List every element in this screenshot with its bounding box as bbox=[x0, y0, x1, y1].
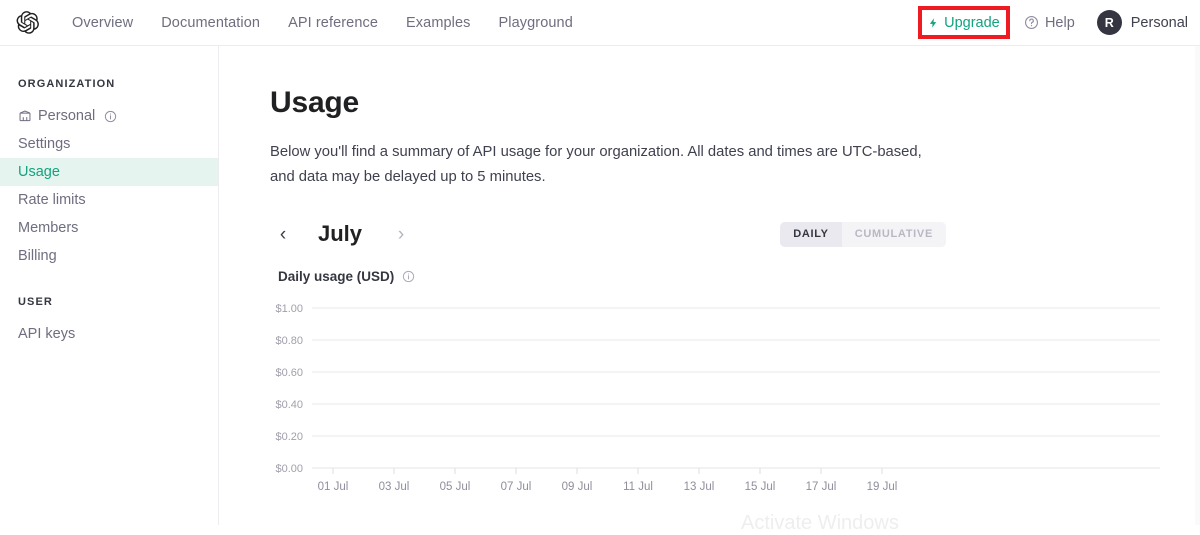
svg-text:$0.40: $0.40 bbox=[275, 399, 303, 411]
svg-text:17 Jul: 17 Jul bbox=[806, 481, 837, 493]
chevron-left-icon[interactable]: ‹ bbox=[270, 221, 296, 247]
svg-text:03 Jul: 03 Jul bbox=[379, 481, 410, 493]
sidebar-item-billing[interactable]: Billing bbox=[0, 242, 218, 270]
view-toggle: DAILY CUMULATIVE bbox=[780, 221, 946, 247]
vertical-scrollbar[interactable] bbox=[1195, 46, 1200, 525]
sidebar-item-label: Usage bbox=[18, 164, 60, 180]
chart-svg: $1.00 $0.80 $0.60 $0.40 $0.20 $0.00 01 Jul 03 J… bbox=[275, 303, 1160, 493]
info-icon[interactable] bbox=[101, 110, 117, 123]
top-header: Overview Documentation API reference Exa… bbox=[0, 0, 1200, 46]
sidebar-item-label: API keys bbox=[18, 326, 76, 342]
upgrade-button-label: Upgrade bbox=[944, 14, 1000, 31]
sidebar-item-members[interactable]: Members bbox=[0, 214, 218, 242]
sidebar-item-label: Personal bbox=[38, 108, 96, 124]
bank-icon bbox=[18, 109, 32, 123]
svg-text:09 Jul: 09 Jul bbox=[562, 481, 593, 493]
sidebar-item-api-keys[interactable]: API keys bbox=[0, 320, 218, 348]
daily-usage-chart[interactable]: $1.00 $0.80 $0.60 $0.40 $0.20 $0.00 01 Jul 03 J… bbox=[270, 296, 1170, 496]
svg-text:$0.80: $0.80 bbox=[275, 335, 303, 347]
sidebar-item-settings[interactable]: Settings bbox=[0, 130, 218, 158]
svg-text:01 Jul: 01 Jul bbox=[318, 481, 349, 493]
upgrade-button-wrapper: Upgrade bbox=[917, 6, 1010, 39]
help-button[interactable]: Help bbox=[1024, 15, 1075, 31]
sidebar-section-user: USER bbox=[18, 296, 53, 308]
nav-link-playground[interactable]: Playground bbox=[499, 15, 573, 31]
sidebar-item-personal[interactable]: Personal bbox=[0, 102, 218, 130]
page-title: Usage bbox=[270, 86, 360, 119]
svg-text:05 Jul: 05 Jul bbox=[440, 481, 471, 493]
sidebar-item-label: Rate limits bbox=[18, 192, 86, 208]
account-name: Personal bbox=[1130, 14, 1188, 31]
sidebar-section-organization: ORGANIZATION bbox=[18, 78, 116, 90]
chart-title-label: Daily usage (USD) bbox=[278, 269, 395, 284]
nav-link-api-reference[interactable]: API reference bbox=[288, 15, 378, 31]
chevron-right-icon[interactable]: › bbox=[388, 221, 414, 247]
sidebar-item-label: Members bbox=[18, 220, 79, 236]
openai-logo-icon[interactable] bbox=[14, 10, 40, 36]
svg-text:$0.00: $0.00 bbox=[275, 463, 303, 475]
help-button-label: Help bbox=[1044, 14, 1075, 31]
svg-text:15 Jul: 15 Jul bbox=[745, 481, 776, 493]
main-content: Usage Below you'll find a summary of API… bbox=[219, 46, 1200, 525]
avatar: R bbox=[1096, 10, 1122, 35]
windows-activation-watermark: Activate Windows bbox=[741, 512, 899, 534]
svg-text:07 Jul: 07 Jul bbox=[501, 481, 532, 493]
toggle-cumulative[interactable]: CUMULATIVE bbox=[841, 221, 946, 247]
lightning-bolt-icon bbox=[928, 16, 939, 30]
sidebar-item-label: Settings bbox=[18, 136, 71, 152]
main-nav: Overview Documentation API reference Exa… bbox=[72, 15, 573, 31]
page-description: Below you'll find a summary of API usage… bbox=[270, 144, 922, 185]
month-label: July bbox=[318, 221, 363, 246]
account-menu[interactable]: R Personal bbox=[1096, 10, 1188, 35]
sidebar-item-usage[interactable]: Usage bbox=[0, 158, 218, 186]
nav-link-examples[interactable]: Examples bbox=[406, 15, 470, 31]
svg-text:11 Jul: 11 Jul bbox=[623, 481, 653, 493]
sidebar-item-rate-limits[interactable]: Rate limits bbox=[0, 186, 218, 214]
svg-text:13 Jul: 13 Jul bbox=[684, 481, 715, 493]
svg-text:$0.20: $0.20 bbox=[275, 431, 303, 443]
svg-text:$1.00: $1.00 bbox=[275, 303, 303, 315]
toggle-daily[interactable]: DAILY bbox=[780, 221, 842, 247]
header-actions: Upgrade Help R Personal bbox=[917, 0, 1200, 46]
nav-link-documentation[interactable]: Documentation bbox=[161, 15, 260, 31]
month-navigation-row: ‹ July › DAILY CUMULATIVE bbox=[270, 217, 946, 251]
question-circle-icon bbox=[1024, 15, 1039, 30]
svg-text:$0.60: $0.60 bbox=[275, 367, 303, 379]
svg-text:19 Jul: 19 Jul bbox=[867, 481, 898, 493]
chart-title: Daily usage (USD) bbox=[278, 269, 1200, 284]
upgrade-button[interactable]: Upgrade bbox=[928, 15, 1000, 31]
info-icon[interactable] bbox=[399, 270, 415, 283]
sidebar: ORGANIZATION Personal Settings Usage Rat… bbox=[0, 46, 219, 525]
sidebar-item-label: Billing bbox=[18, 248, 57, 264]
nav-link-overview[interactable]: Overview bbox=[72, 15, 133, 31]
